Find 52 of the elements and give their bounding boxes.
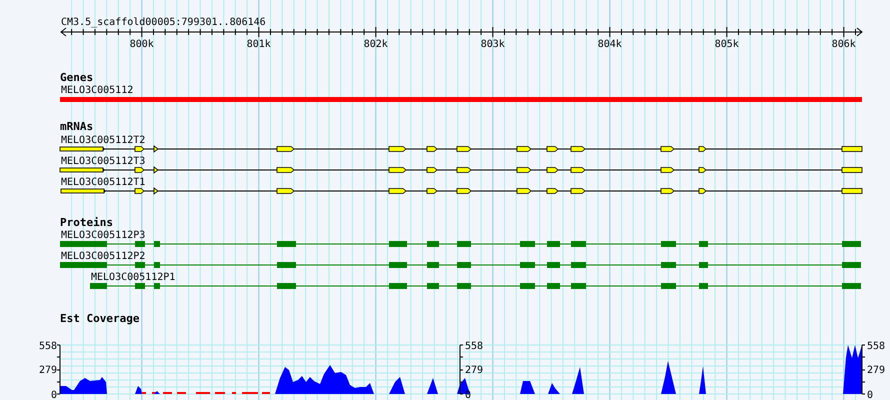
feature-label: MELO3C005112T2 — [61, 135, 146, 146]
axis-label: 0 — [50, 390, 57, 400]
coverage-peak — [572, 367, 584, 394]
feature-label: MELO3C005112 — [61, 85, 134, 96]
axis-label: 558 — [38, 341, 57, 352]
axis-label: 558 — [867, 341, 886, 352]
track-title: mRNAs — [60, 120, 94, 133]
axis-label: 279 — [867, 365, 886, 376]
scale-label: 806k — [832, 39, 856, 50]
low-coverage-mark — [242, 392, 258, 394]
coverage-axis — [862, 344, 866, 394]
scale-label: 802k — [364, 39, 388, 50]
scale-label: 800k — [130, 39, 154, 50]
coverage-peak — [520, 381, 535, 394]
coverage-peak — [843, 345, 862, 394]
feature-label: MELO3C005112P2 — [61, 251, 146, 262]
feature-label: MELO3C005112P3 — [61, 230, 146, 241]
coverage-peak — [135, 386, 142, 394]
coverage-axis — [460, 344, 464, 394]
low-coverage-mark — [142, 392, 146, 394]
protein-drawing[interactable] — [90, 283, 862, 289]
coverage-peak — [699, 366, 706, 394]
axis-label: 279 — [465, 365, 484, 376]
coverage-peak — [154, 391, 160, 394]
transcript-drawing[interactable] — [60, 187, 862, 195]
feature-label: MELO3C005112P1 — [91, 272, 176, 283]
track-title: Genes — [60, 71, 94, 84]
axis-label: 558 — [465, 341, 484, 352]
feature-label: MELO3C005112T3 — [61, 156, 146, 167]
track-title: Est Coverage — [60, 312, 140, 325]
transcript-drawing[interactable] — [60, 166, 862, 174]
low-coverage-mark — [232, 392, 236, 394]
coverage-axis — [56, 344, 60, 394]
feature-label: MELO3C005112T1 — [61, 177, 146, 188]
protein-drawing[interactable] — [60, 262, 862, 268]
coverage-peak — [427, 378, 438, 394]
coverage-peak — [661, 361, 676, 394]
scale-label: 801k — [246, 39, 271, 50]
protein-drawing[interactable] — [60, 241, 862, 247]
axis-label: 0 — [867, 390, 874, 400]
low-coverage-mark — [196, 392, 210, 394]
track-title: Proteins — [60, 216, 113, 229]
scale-label: 804k — [598, 39, 622, 50]
transcript-drawing[interactable] — [60, 145, 862, 153]
scale-label: 805k — [714, 39, 739, 50]
low-coverage-mark — [262, 392, 270, 394]
coverage-peak — [60, 377, 107, 394]
scale-label: 803k — [480, 39, 505, 50]
axis-label: 279 — [38, 365, 57, 376]
sequence-region-title: CM3.5_scaffold00005:799301..806146 — [61, 17, 266, 28]
coverage-peak — [389, 377, 405, 394]
coverage-peak — [548, 383, 560, 394]
